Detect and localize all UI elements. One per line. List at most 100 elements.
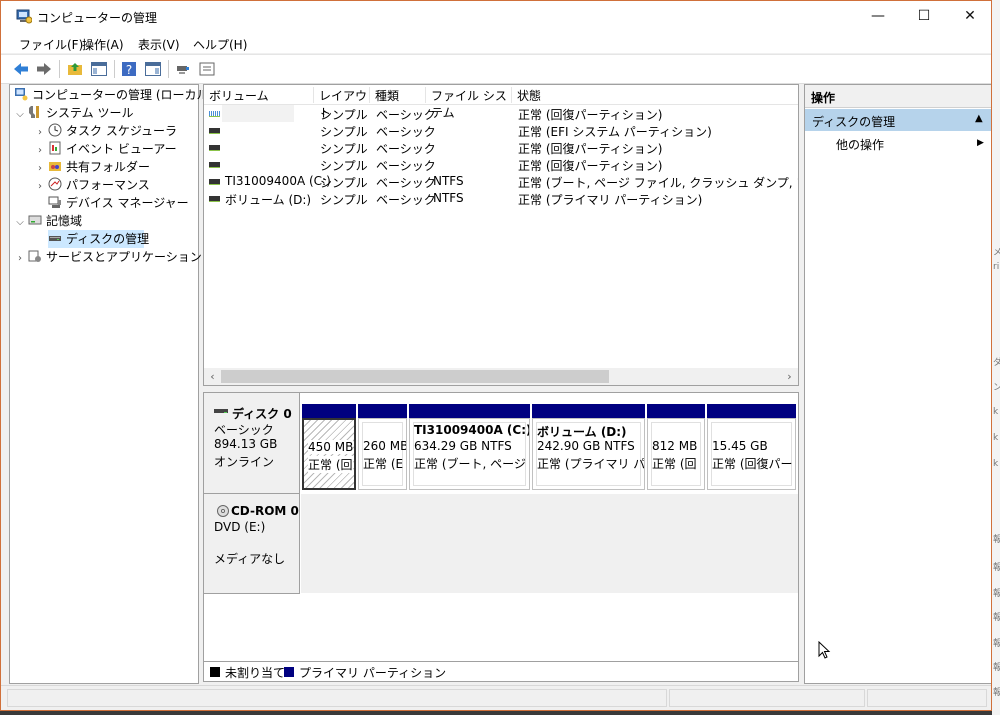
- status-section: [867, 689, 987, 707]
- volume-drive-icon: [209, 196, 220, 202]
- properties-icon[interactable]: [198, 60, 216, 78]
- column-filesystem[interactable]: ファイル システム: [426, 87, 512, 120]
- partition-c[interactable]: TI31009400A (C:) 634.29 GB NTFS 正常 (ブート,…: [409, 404, 530, 490]
- legend-swatch-unallocated: [210, 667, 220, 677]
- actions-header: 操作: [805, 85, 991, 108]
- partition-recovery-2[interactable]: 812 MB 正常 (回: [647, 404, 705, 490]
- tree-item-task-scheduler[interactable]: › タスク スケジューラ: [34, 122, 177, 140]
- back-icon[interactable]: [12, 60, 30, 78]
- toolbar-separator: [168, 60, 169, 78]
- cdrom0-area[interactable]: [301, 494, 798, 593]
- partition-bar: [409, 404, 530, 418]
- computer-management-icon: [16, 9, 32, 24]
- tree-label: サービスとアプリケーション: [46, 250, 202, 264]
- partition-size: 260 MB: [363, 439, 407, 453]
- tree-label: タスク スケジューラ: [66, 124, 177, 138]
- event-viewer-icon: [49, 141, 61, 155]
- tools-icon: [29, 106, 39, 118]
- desktop-text: k: [993, 459, 999, 469]
- chevron-down-icon[interactable]: ⌵: [14, 106, 26, 124]
- status-section: [669, 689, 865, 707]
- tree-item-performance[interactable]: › パフォーマンス: [34, 176, 150, 194]
- help-icon[interactable]: ?: [120, 60, 138, 78]
- partition-body: 260 MB 正常 (E: [358, 418, 407, 490]
- chevron-right-icon[interactable]: ›: [34, 178, 46, 196]
- volume-row[interactable]: TI31009400A (C:) シンプル ベーシック NTFS 正常 (ブート, ペー…: [204, 173, 798, 190]
- tree-item-disk-management[interactable]: ディスクの管理: [48, 230, 149, 248]
- partition-status: 正常 (ブート, ページ ファ: [414, 457, 529, 471]
- menu-file[interactable]: ファイル(F): [19, 36, 83, 53]
- tree-label: 共有フォルダー: [66, 160, 151, 174]
- toolbar-separator: [114, 60, 115, 78]
- partition-recovery-3[interactable]: 15.45 GB 正常 (回復パー: [707, 404, 796, 490]
- close-button[interactable]: ✕: [947, 1, 991, 31]
- volume-cell-type: ベーシック: [376, 176, 436, 190]
- volume-cell-status: 正常 (EFI システム パーティション): [518, 125, 712, 139]
- scroll-right-icon[interactable]: ›: [782, 369, 797, 384]
- partition-d[interactable]: ボリューム (D:) 242.90 GB NTFS 正常 (プライマリ パーテ: [532, 404, 645, 490]
- partition-size: 242.90 GB NTFS: [537, 439, 635, 453]
- tree-item-event-viewer[interactable]: › イベント ビューアー: [34, 140, 177, 158]
- connect-icon[interactable]: [174, 60, 192, 78]
- volume-row[interactable]: シンプル ベーシック 正常 (回復パーティション): [204, 105, 798, 122]
- volume-row[interactable]: ボリューム (D:) シンプル ベーシック NTFS 正常 (プライマリ パーティション…: [204, 190, 798, 207]
- maximize-button[interactable]: ☐: [901, 1, 947, 31]
- menu-help[interactable]: ヘルプ(H): [193, 36, 247, 53]
- column-status[interactable]: 状態: [512, 87, 798, 103]
- volume-cell-type: ベーシック: [376, 142, 436, 156]
- volume-cell-type: ベーシック: [376, 125, 436, 139]
- title-bar[interactable]: コンピューターの管理 — ☐ ✕: [1, 1, 991, 33]
- column-layout[interactable]: レイアウト: [314, 87, 370, 120]
- device-manager-icon: [48, 196, 61, 208]
- minimize-button[interactable]: —: [855, 1, 901, 31]
- cdrom0-label[interactable]: CD-ROM 0 DVD (E:) メディアなし: [204, 494, 300, 594]
- show-hide-tree-icon[interactable]: [90, 60, 108, 78]
- partition-body: 15.45 GB 正常 (回復パー: [707, 418, 796, 490]
- partition-status: 正常 (プライマリ パーテ: [537, 457, 645, 471]
- volume-row[interactable]: シンプル ベーシック 正常 (EFI システム パーティション): [204, 122, 798, 139]
- tree-label: イベント ビューアー: [66, 142, 177, 156]
- volume-row[interactable]: シンプル ベーシック 正常 (回復パーティション): [204, 139, 798, 156]
- up-folder-icon[interactable]: [66, 60, 84, 78]
- volume-drive-icon: [209, 162, 220, 168]
- partition-efi[interactable]: 260 MB 正常 (E: [358, 404, 407, 490]
- actions-section-disk-management[interactable]: ディスクの管理 ▲: [805, 109, 991, 131]
- column-volume[interactable]: ボリューム: [204, 87, 314, 103]
- tree-item-device-manager[interactable]: デバイス マネージャー: [48, 194, 189, 212]
- forward-icon[interactable]: [35, 60, 53, 78]
- partition-bar: [358, 404, 407, 418]
- disk0-state: オンライン: [214, 455, 275, 469]
- cdrom0-drive: DVD (E:): [214, 520, 266, 534]
- show-action-pane-icon[interactable]: [144, 60, 162, 78]
- volume-list-header: ボリューム レイアウト 種類 ファイル システム 状態: [204, 85, 798, 120]
- actions-pane: 操作 ディスクの管理 ▲ 他の操作 ▶: [804, 84, 991, 684]
- tree-item-shared-folders[interactable]: › 共有フォルダー: [34, 158, 150, 176]
- scroll-left-icon[interactable]: ‹: [205, 369, 220, 384]
- window-title: コンピューターの管理: [37, 11, 158, 25]
- horizontal-scrollbar[interactable]: ‹ ›: [204, 368, 798, 385]
- tree-item-system-tools[interactable]: ⌵ システム ツール: [14, 104, 133, 122]
- partition-status: 正常 (回: [652, 457, 697, 471]
- partition-status: 正常 (回: [308, 456, 353, 473]
- partition-bar: [302, 404, 356, 418]
- tree-item-storage[interactable]: ⌵ 記憶域: [14, 212, 82, 230]
- chevron-right-icon[interactable]: ›: [14, 250, 26, 268]
- tree-item-services-apps[interactable]: › サービスとアプリケーション: [14, 248, 202, 266]
- volume-cell-type: ベーシック: [376, 108, 436, 122]
- collapse-up-icon[interactable]: ▲: [975, 113, 983, 124]
- partition-recovery-1[interactable]: 450 MB 正常 (回: [302, 404, 356, 490]
- computer-management-window: コンピューターの管理 — ☐ ✕ ファイル(F) 操作(A) 表示(V) ヘルプ…: [0, 0, 992, 711]
- volume-row[interactable]: シンプル ベーシック 正常 (回復パーティション): [204, 156, 798, 173]
- tree-item-root[interactable]: コンピューターの管理 (ローカル): [14, 86, 213, 104]
- actions-item-more[interactable]: 他の操作 ▶: [805, 134, 991, 154]
- chevron-down-icon[interactable]: ⌵: [14, 214, 26, 232]
- menu-action[interactable]: 操作(A): [82, 36, 124, 53]
- column-type[interactable]: 種類: [370, 87, 426, 103]
- disk0-label[interactable]: ディスク 0 ベーシック 894.13 GB オンライン: [204, 393, 300, 494]
- mouse-cursor-icon: [818, 641, 831, 659]
- actions-item-label: 他の操作: [836, 138, 885, 152]
- volume-drive-icon: [209, 145, 220, 151]
- scrollbar-thumb[interactable]: [221, 370, 609, 383]
- menu-view[interactable]: 表示(V): [138, 36, 180, 53]
- disk0-partition-map: 450 MB 正常 (回 260 MB 正常 (E TI31009400A (C…: [301, 398, 796, 490]
